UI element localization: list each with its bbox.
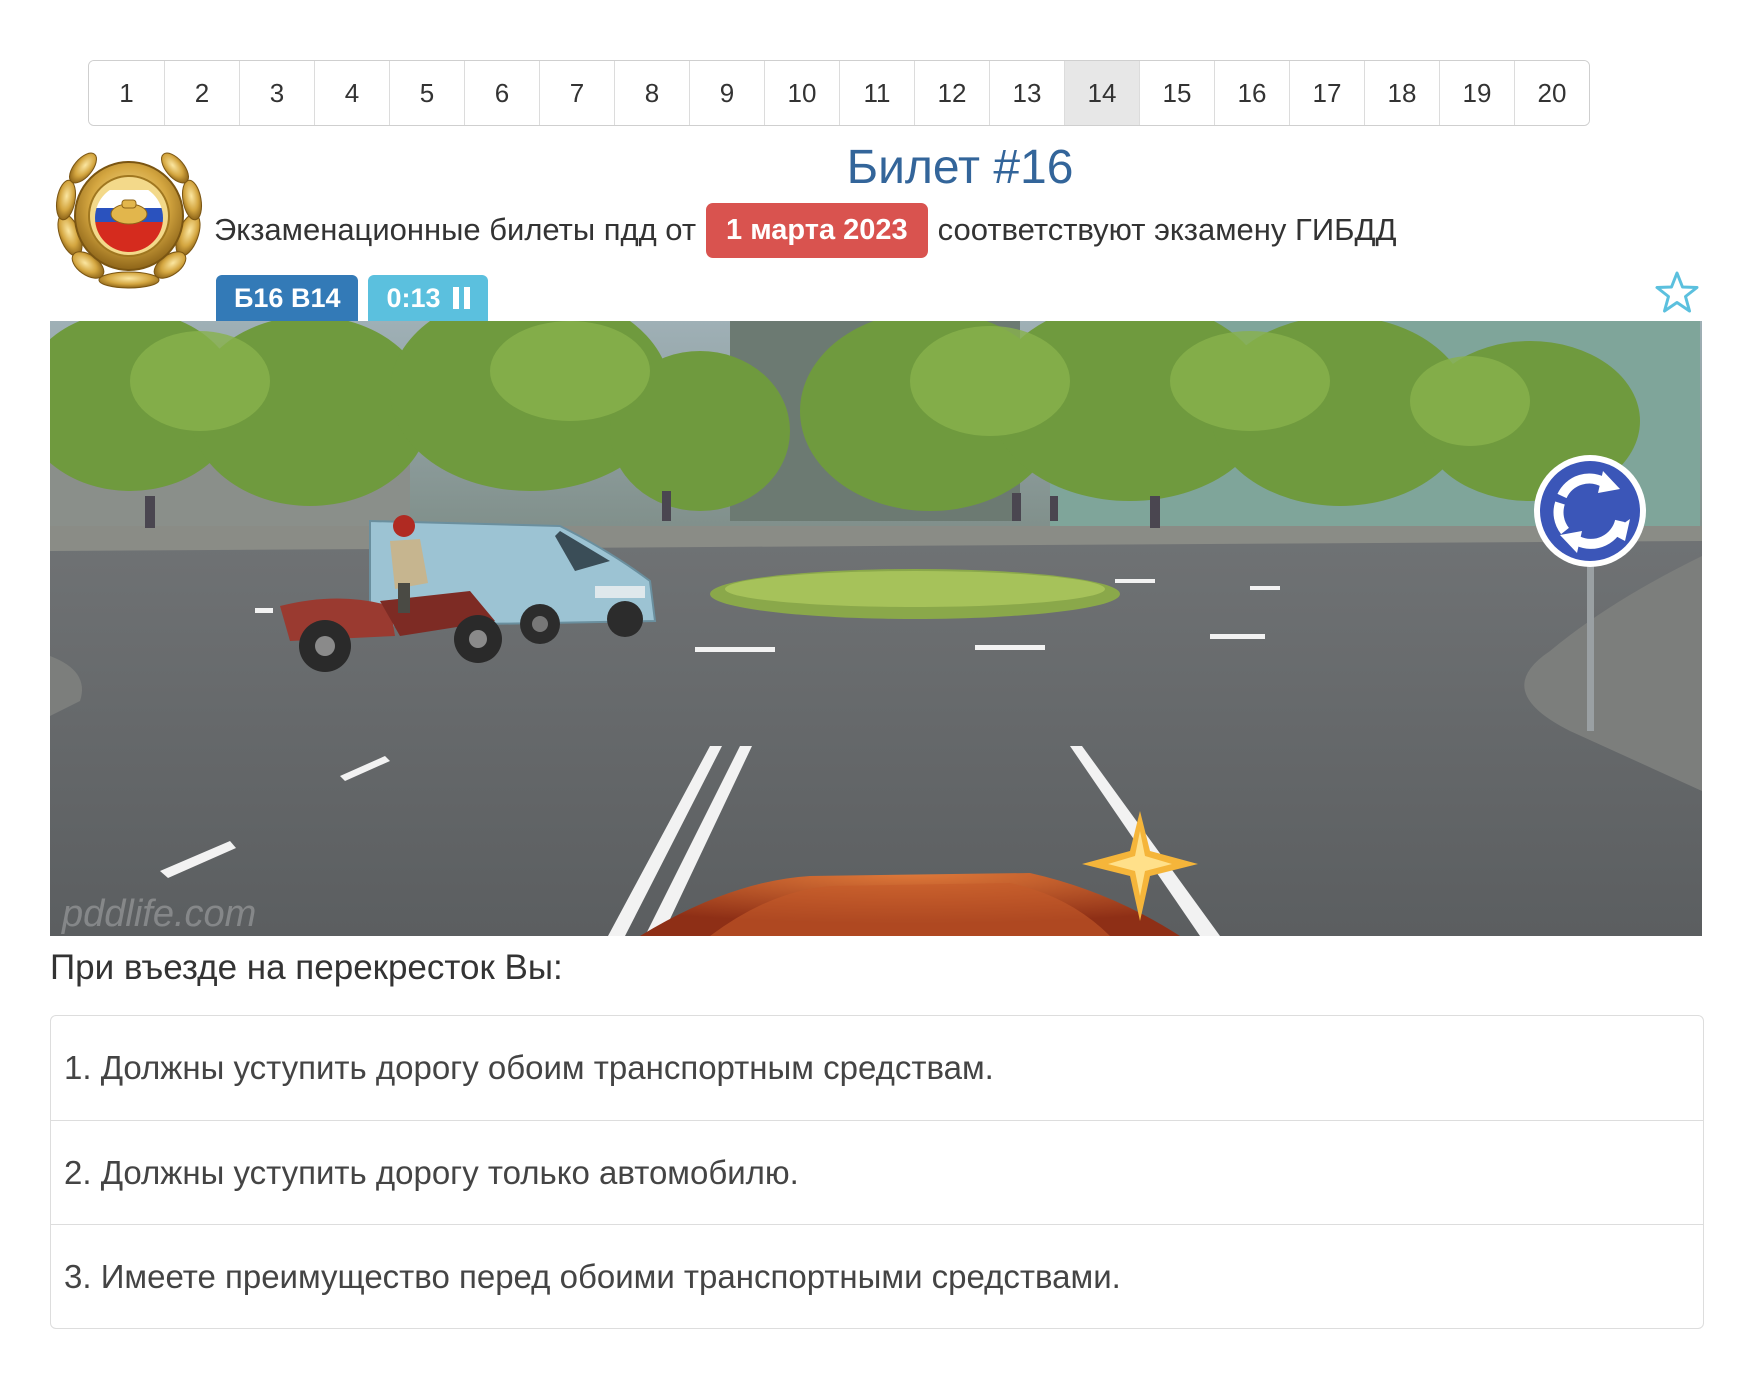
page-button-6[interactable]: 6 [464,61,539,125]
page-button-5[interactable]: 5 [389,61,464,125]
question-illustration: pddlife.com [50,321,1702,936]
answer-option[interactable]: 2. Должны уступить дорогу только автомоб… [51,1120,1703,1224]
page-button-20[interactable]: 20 [1514,61,1589,125]
page-button-2[interactable]: 2 [164,61,239,125]
question-text: При въезде на перекресток Вы: [50,948,563,988]
page-button-1[interactable]: 1 [89,61,164,125]
page-button-9[interactable]: 9 [689,61,764,125]
pause-icon[interactable] [453,287,470,309]
gibdd-emblem-icon [48,140,210,290]
page-button-16[interactable]: 16 [1214,61,1289,125]
answer-option[interactable]: 1. Должны уступить дорогу обоим транспор… [51,1016,1703,1120]
page-button-19[interactable]: 19 [1439,61,1514,125]
scene-watermark: pddlife.com [61,893,256,935]
exam-tagline: Экзаменационные билеты пдд от 1 марта 20… [214,202,1396,258]
page-button-8[interactable]: 8 [614,61,689,125]
page-button-13[interactable]: 13 [989,61,1064,125]
answer-list: 1. Должны уступить дорогу обоим транспор… [50,1015,1704,1329]
timer-badge[interactable]: 0:13 [368,275,487,321]
page-button-11[interactable]: 11 [839,61,914,125]
tagline-after: соответствуют экзамену ГИБДД [938,212,1397,248]
answer-option[interactable]: 3. Имеете преимущество перед обоими тран… [51,1224,1703,1328]
page-button-3[interactable]: 3 [239,61,314,125]
star-icon[interactable] [1654,270,1700,316]
page-button-12[interactable]: 12 [914,61,989,125]
tagline-before: Экзаменационные билеты пдд от [214,212,696,248]
timer-value: 0:13 [386,283,440,314]
question-code: Б16 В14 [234,283,340,314]
date-badge: 1 марта 2023 [706,203,928,258]
page-button-14[interactable]: 14 [1064,61,1139,125]
page-button-17[interactable]: 17 [1289,61,1364,125]
page-button-7[interactable]: 7 [539,61,614,125]
page-button-15[interactable]: 15 [1139,61,1214,125]
question-badges: Б16 В14 0:13 [216,275,488,321]
question-code-badge: Б16 В14 [216,275,358,321]
page-button-18[interactable]: 18 [1364,61,1439,125]
ticket-title: Билет #16 [700,140,1220,195]
page-button-4[interactable]: 4 [314,61,389,125]
ticket-pagination: 1234567891011121314151617181920 [88,60,1590,126]
page-button-10[interactable]: 10 [764,61,839,125]
